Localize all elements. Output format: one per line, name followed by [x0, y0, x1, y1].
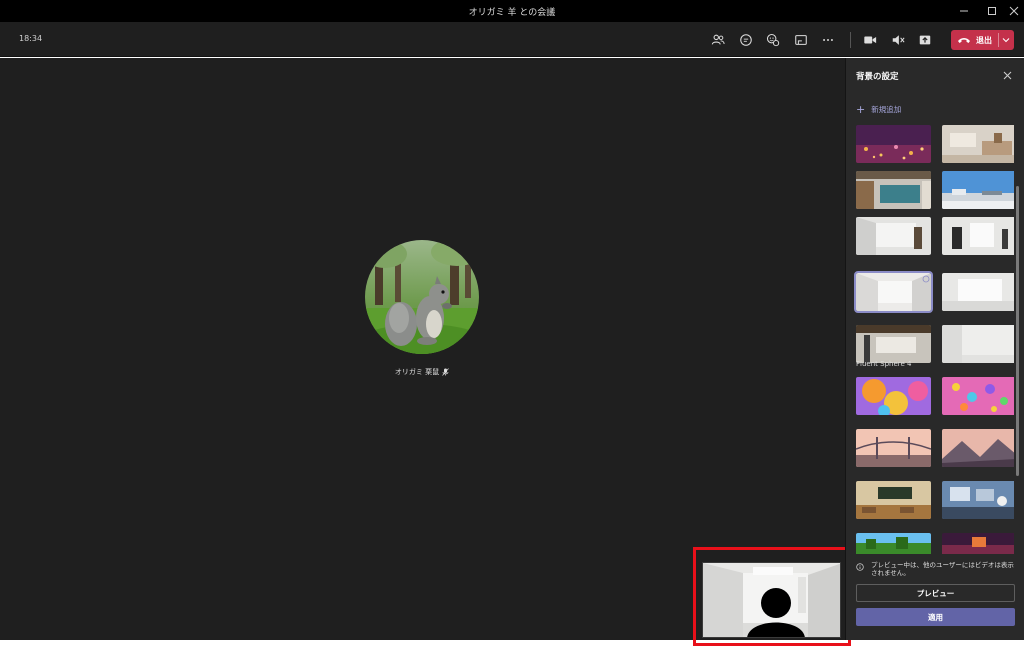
panel-scrollbar[interactable]: [1016, 186, 1019, 476]
highlight-frame: [693, 547, 851, 646]
background-thumbnail-minimal-room[interactable]: [942, 217, 1014, 255]
share-tray-icon[interactable]: [791, 30, 811, 50]
background-thumbnail-lab[interactable]: [942, 481, 1014, 519]
preview-button[interactable]: プレビュー: [856, 584, 1015, 602]
background-thumbnail-white-wall[interactable]: [942, 325, 1014, 363]
apply-button[interactable]: 適用: [856, 608, 1015, 626]
leave-label: 退出: [976, 35, 992, 45]
participant-name-label: オリガミ 栗鼠: [340, 367, 504, 377]
participant-name: オリガミ 栗鼠: [394, 368, 440, 376]
speaker-muted-icon[interactable]: [888, 30, 908, 50]
share-screen-icon[interactable]: [915, 30, 935, 50]
reactions-icon[interactable]: [763, 30, 783, 50]
camera-icon[interactable]: [860, 30, 880, 50]
chat-icon[interactable]: [736, 30, 756, 50]
background-thumbnail-balloons-pink[interactable]: [942, 377, 1014, 415]
minimize-icon[interactable]: [950, 0, 978, 22]
mic-off-icon: [442, 368, 449, 376]
background-thumbnail-mountains[interactable]: [942, 429, 1014, 467]
window-titlebar: オリガミ 羊 との会議: [0, 0, 1024, 22]
background-thumbnail-rooftop[interactable]: [942, 171, 1014, 209]
background-thumbnail-minecraft-grass[interactable]: [856, 533, 931, 554]
panel-title: 背景の設定: [856, 72, 899, 82]
background-thumbnail-classroom[interactable]: [856, 481, 931, 519]
info-text: プレビュー中は、他のユーザーにはビデオは表示されません。: [871, 561, 1014, 577]
background-thumbnail-balloons-orange[interactable]: [856, 377, 931, 415]
close-icon[interactable]: [1000, 68, 1014, 82]
background-thumbnail-white-room[interactable]: [856, 217, 931, 255]
background-thumbnail-bedroom[interactable]: [942, 125, 1014, 163]
selected-background-label: Fluent Sphere 4: [856, 360, 912, 368]
add-new-background-button[interactable]: + 新規追加: [856, 104, 901, 115]
background-thumbnail-bridge[interactable]: [856, 429, 931, 467]
background-thumbnail-minecraft-nether[interactable]: [942, 533, 1014, 554]
meeting-toolbar: 18:34 退出: [0, 22, 1024, 57]
background-settings-panel: 背景の設定 + 新規追加 Fluent Sphere 4 プレビュー中は、他のユ…: [845, 58, 1024, 640]
background-thumbnail-office-glass[interactable]: [856, 171, 931, 209]
meeting-stage: オリガミ 栗鼠: [0, 58, 851, 646]
chevron-down-icon[interactable]: [999, 37, 1013, 43]
plus-icon: +: [856, 103, 866, 116]
leave-button[interactable]: 退出: [951, 30, 1014, 50]
preview-info-message: プレビュー中は、他のユーザーにはビデオは表示されません。: [856, 561, 1016, 577]
info-icon: [856, 563, 866, 577]
participant-avatar[interactable]: [365, 240, 479, 354]
add-new-label: 新規追加: [871, 105, 902, 114]
meeting-timer: 18:34: [19, 34, 43, 43]
participants-icon[interactable]: [708, 30, 728, 50]
background-thumbnail-grid: [846, 122, 1014, 554]
background-thumbnail-fluent-sphere-4[interactable]: [856, 325, 931, 363]
close-window-icon[interactable]: [1000, 0, 1024, 22]
background-thumbnail-bokeh-purple[interactable]: [856, 125, 931, 163]
background-thumbnail-fluent-sphere-selected[interactable]: [854, 271, 933, 313]
toolbar-divider: [850, 32, 851, 48]
phone-hangup-icon: [957, 35, 973, 45]
background-thumbnail-bright-hall[interactable]: [942, 273, 1014, 311]
more-icon[interactable]: [818, 30, 838, 50]
window-title: オリガミ 羊 との会議: [468, 8, 556, 18]
